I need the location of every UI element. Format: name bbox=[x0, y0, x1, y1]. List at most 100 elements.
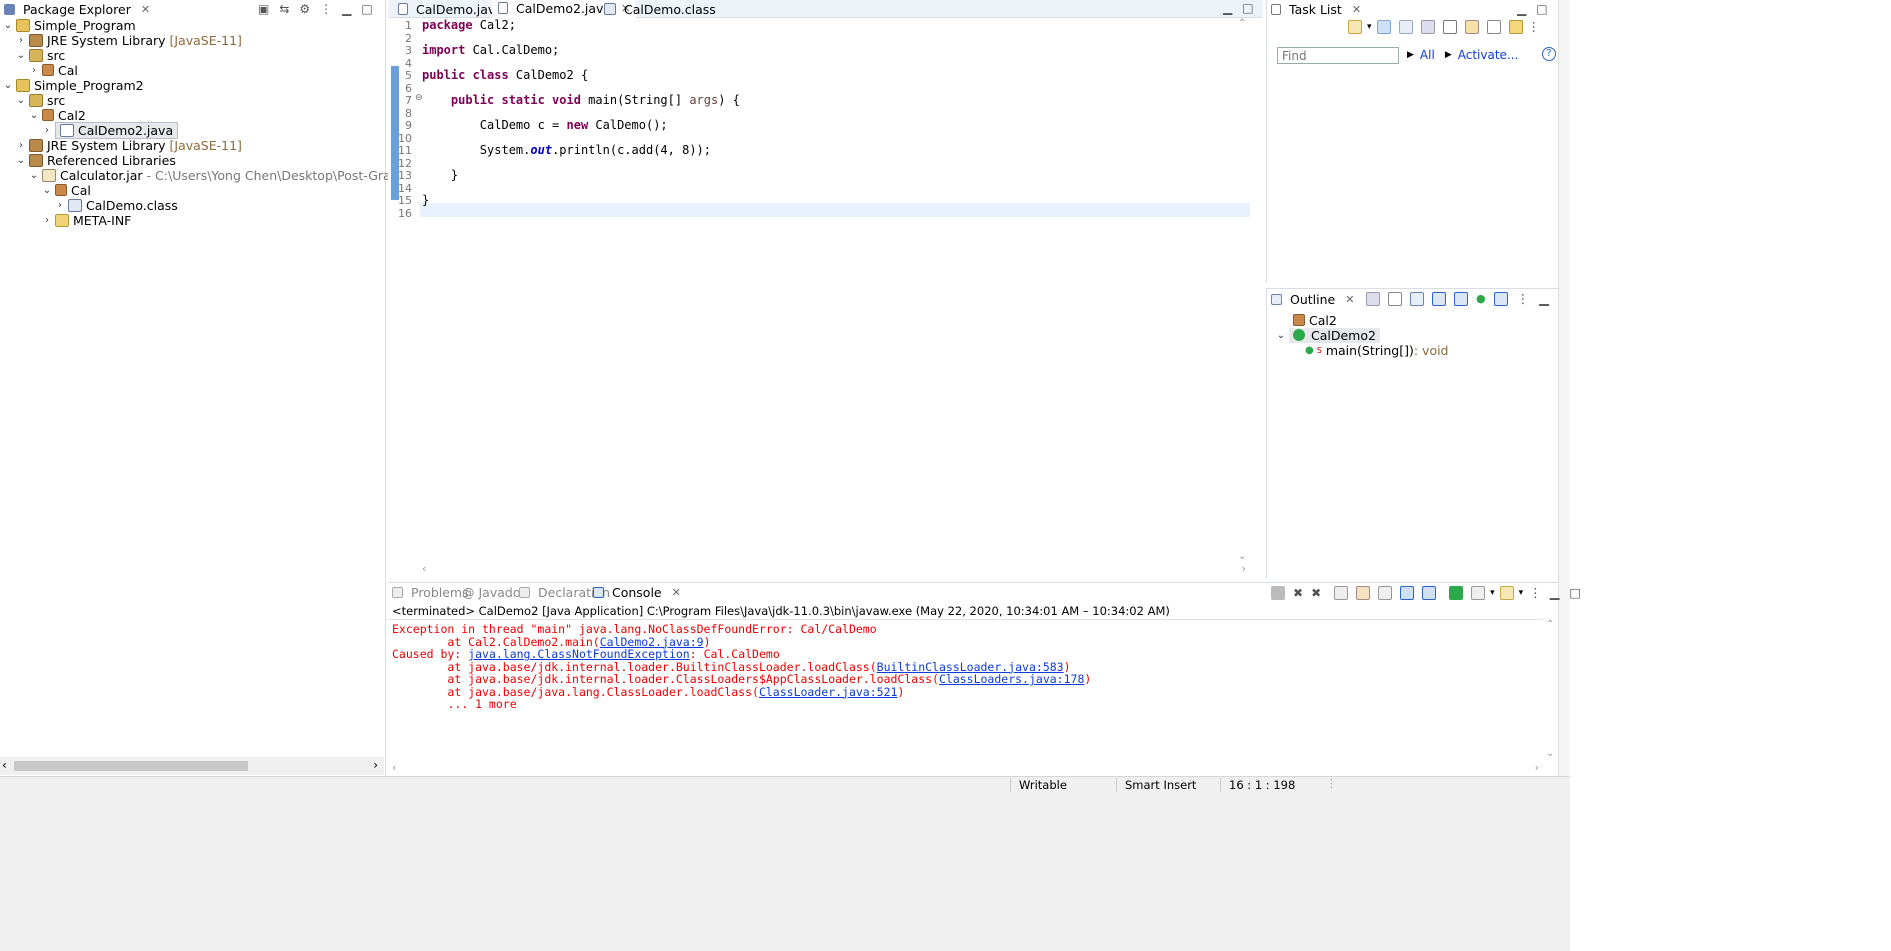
scroll-left-arrow-icon[interactable]: ‹ bbox=[2, 758, 7, 772]
word-wrap-icon[interactable] bbox=[1378, 585, 1393, 600]
chevron-down-icon[interactable]: ⌄ bbox=[28, 170, 40, 181]
help-icon[interactable]: ? bbox=[1542, 47, 1556, 61]
synchronize-icon[interactable] bbox=[1366, 291, 1380, 306]
editor-vertical-scrollbar[interactable]: ⌃ ⌄ bbox=[1236, 18, 1250, 562]
terminate-icon[interactable] bbox=[1271, 585, 1285, 600]
view-menu-icon[interactable]: ⋮ bbox=[1529, 585, 1542, 600]
open-console-icon[interactable] bbox=[1499, 585, 1514, 600]
chevron-right-icon[interactable]: › bbox=[41, 215, 53, 226]
chevron-down-icon[interactable]: ▾ bbox=[1519, 588, 1524, 598]
minimize-icon[interactable]: ▁ bbox=[1517, 2, 1526, 16]
chevron-right-icon[interactable]: › bbox=[54, 200, 66, 211]
focus-icon[interactable] bbox=[1464, 19, 1479, 34]
hide-static-icon[interactable] bbox=[1454, 291, 1468, 306]
collapse-all-icon[interactable] bbox=[1388, 291, 1402, 306]
hide-non-public-icon[interactable]: ● bbox=[1476, 292, 1486, 305]
scroll-right-arrow-icon[interactable]: › bbox=[373, 758, 378, 772]
synchronize-icon[interactable] bbox=[1420, 19, 1435, 34]
scroll-left-arrow-icon[interactable]: ‹ bbox=[392, 761, 396, 774]
maximize-icon[interactable]: □ bbox=[1536, 2, 1547, 16]
code-area[interactable]: package Cal2; import Cal.CalDemo; public… bbox=[422, 18, 1242, 562]
scroll-right-arrow-icon[interactable]: › bbox=[1535, 761, 1539, 774]
tab-javadoc[interactable]: @ Javadoc bbox=[462, 583, 527, 601]
find-field[interactable] bbox=[1277, 47, 1399, 64]
console-output[interactable]: Exception in thread "main" java.lang.NoC… bbox=[388, 619, 1543, 759]
scheduled-icon[interactable] bbox=[1398, 19, 1413, 34]
chevron-down-icon[interactable]: ⌄ bbox=[2, 80, 14, 91]
minimize-icon[interactable]: ▁ bbox=[1539, 291, 1549, 306]
chevron-right-icon[interactable]: › bbox=[28, 65, 40, 76]
scrollbar-thumb[interactable] bbox=[14, 761, 248, 771]
console-vertical-scrollbar[interactable]: ⌃ ⌄ bbox=[1544, 619, 1558, 759]
minimize-icon[interactable]: ▁ bbox=[342, 2, 351, 16]
tab-problems[interactable]: Problems bbox=[392, 583, 469, 601]
chevron-down-icon[interactable]: ▾ bbox=[1490, 588, 1495, 598]
hide-local-types-icon[interactable] bbox=[1493, 291, 1508, 306]
activate-link[interactable]: Activate... bbox=[1458, 48, 1519, 62]
maximize-icon[interactable]: □ bbox=[1569, 585, 1581, 600]
link-with-editor-icon[interactable]: ⇆ bbox=[279, 2, 289, 16]
view-menu-icon[interactable]: ⋮ bbox=[320, 2, 332, 16]
task-list-tab[interactable]: Task List ✕ bbox=[1267, 0, 1361, 18]
chevron-down-icon[interactable]: ⌄ bbox=[41, 185, 53, 196]
maximize-icon[interactable]: □ bbox=[1242, 1, 1253, 15]
filters-icon[interactable]: ⚙ bbox=[299, 2, 310, 16]
chevron-down-icon[interactable]: ⌄ bbox=[1275, 330, 1287, 341]
scroll-lock-icon[interactable] bbox=[1356, 585, 1371, 600]
clear-console-icon[interactable] bbox=[1334, 585, 1349, 600]
editor-horizontal-scrollbar[interactable]: ‹ › bbox=[418, 562, 1250, 576]
scroll-up-arrow-icon[interactable]: ⌃ bbox=[1238, 18, 1246, 29]
outline-tab[interactable]: Outline ✕ bbox=[1267, 290, 1354, 308]
scroll-up-arrow-icon[interactable]: ⌃ bbox=[1546, 619, 1554, 630]
minimize-icon[interactable]: ▁ bbox=[1223, 1, 1232, 15]
pin-console-icon[interactable] bbox=[1449, 585, 1464, 600]
close-icon[interactable]: ✕ bbox=[1345, 293, 1354, 306]
collapse-all-icon[interactable] bbox=[1486, 19, 1501, 34]
sort-icon[interactable] bbox=[1410, 291, 1424, 306]
stacktrace-link[interactable]: ClassLoader.java:521 bbox=[759, 685, 897, 699]
horizontal-scrollbar[interactable]: ‹ › bbox=[0, 757, 384, 775]
chevron-down-icon[interactable]: ⌄ bbox=[2, 20, 14, 31]
show-on-error-icon[interactable] bbox=[1422, 585, 1437, 600]
editor-tab-caldemo-class[interactable]: CalDemo.class bbox=[598, 0, 722, 18]
new-task-icon[interactable] bbox=[1348, 19, 1362, 34]
close-icon[interactable]: ✕ bbox=[141, 3, 150, 16]
chevron-down-icon[interactable]: ▾ bbox=[1367, 22, 1372, 32]
close-icon[interactable]: ✕ bbox=[672, 586, 681, 599]
hide-fields-icon[interactable] bbox=[1432, 291, 1446, 306]
chevron-right-icon[interactable]: › bbox=[15, 35, 27, 46]
find-input[interactable] bbox=[1282, 48, 1394, 63]
chevron-down-icon[interactable]: ⌄ bbox=[28, 110, 40, 121]
maximize-icon[interactable]: □ bbox=[361, 2, 372, 16]
stacktrace-link[interactable]: ClassLoaders.java:178 bbox=[939, 672, 1084, 686]
chevron-right-icon[interactable]: › bbox=[15, 140, 27, 151]
all-link[interactable]: All bbox=[1420, 48, 1435, 62]
scroll-right-arrow-icon[interactable]: › bbox=[1242, 562, 1246, 575]
static-field: out bbox=[530, 143, 553, 157]
hide-completed-icon[interactable] bbox=[1442, 19, 1457, 34]
task-repositories-icon[interactable] bbox=[1508, 19, 1523, 34]
view-menu-icon[interactable]: ⋮ bbox=[1528, 19, 1541, 34]
chevron-down-icon[interactable]: ⌄ bbox=[15, 50, 27, 61]
collapse-all-icon[interactable]: ▣ bbox=[258, 2, 269, 16]
chevron-down-icon[interactable]: ⌄ bbox=[15, 95, 27, 106]
minimize-icon[interactable]: ▁ bbox=[1550, 585, 1560, 600]
editor-body[interactable]: 1 2 3 4 5 6 7 8 9 10 11 12 13 14 15 16 ⊖… bbox=[388, 18, 1250, 562]
task-list-icon bbox=[1271, 3, 1281, 15]
chevron-down-icon[interactable]: ⌄ bbox=[15, 155, 27, 166]
close-icon[interactable]: ✕ bbox=[1352, 3, 1361, 16]
console-horizontal-scrollbar[interactable]: ‹ › bbox=[388, 761, 1543, 775]
scroll-left-arrow-icon[interactable]: ‹ bbox=[422, 562, 426, 575]
outline-method[interactable]: ● S main(String[]) : void bbox=[1305, 341, 1449, 359]
remove-all-terminated-icon[interactable]: ✖ bbox=[1311, 586, 1321, 600]
tree-node-folder[interactable]: › META-INF bbox=[41, 211, 131, 229]
scroll-down-arrow-icon[interactable]: ⌄ bbox=[1238, 551, 1246, 562]
view-menu-icon[interactable]: ⋮ bbox=[1517, 291, 1530, 306]
chevron-right-icon[interactable]: › bbox=[41, 125, 53, 136]
scroll-down-arrow-icon[interactable]: ⌄ bbox=[1546, 748, 1554, 759]
show-on-output-icon[interactable] bbox=[1400, 585, 1415, 600]
display-console-icon[interactable] bbox=[1471, 585, 1486, 600]
categorized-icon[interactable] bbox=[1376, 19, 1391, 34]
remove-launch-icon[interactable]: ✖ bbox=[1293, 586, 1303, 600]
tab-console[interactable]: Console ✕ bbox=[593, 583, 681, 601]
